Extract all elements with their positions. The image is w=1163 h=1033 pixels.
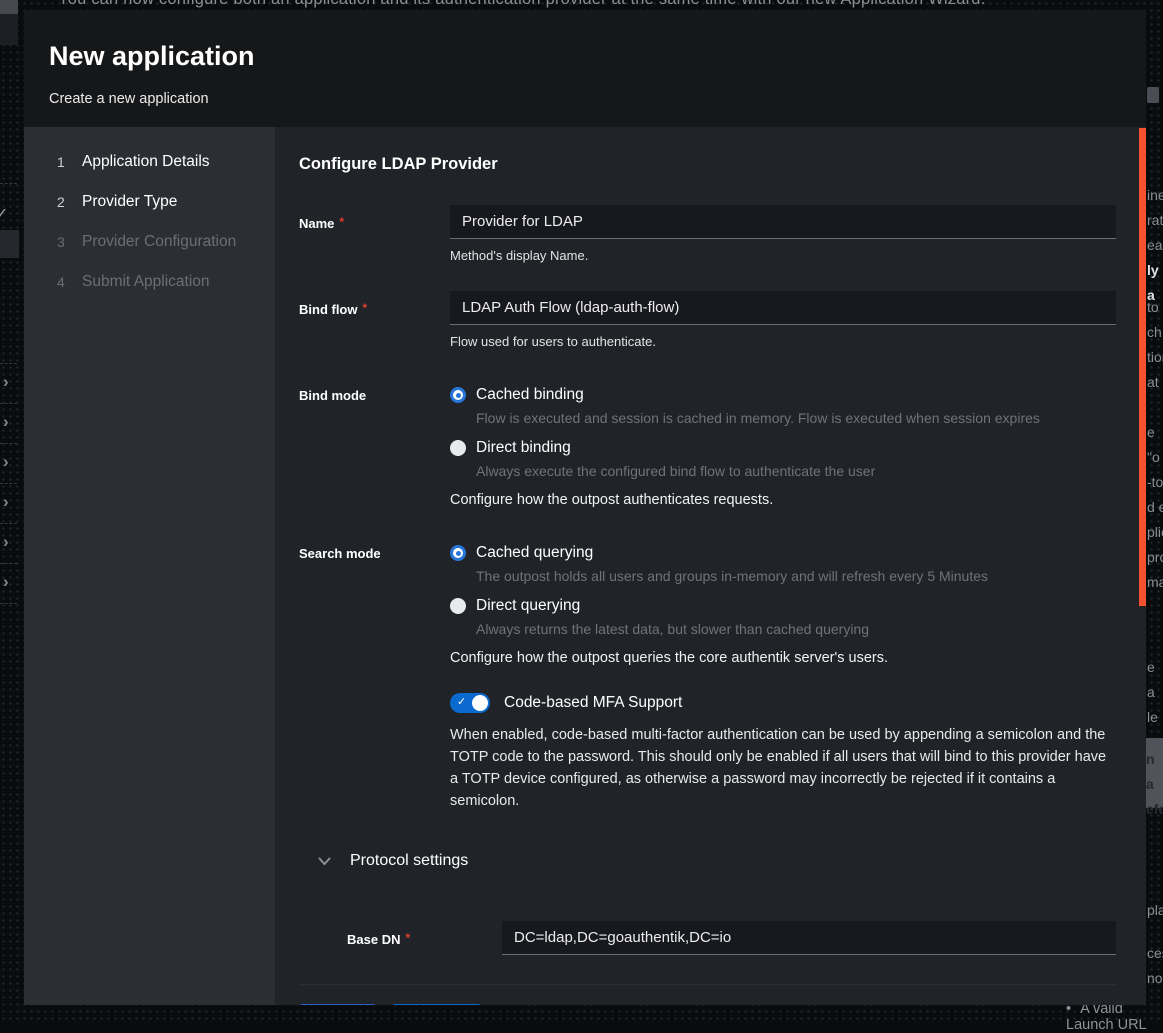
cancel-button[interactable]: Cancel bbox=[543, 1004, 632, 1005]
label-text: Search mode bbox=[299, 546, 381, 561]
radio-option-description: Always execute the configured bind flow … bbox=[476, 463, 1116, 479]
clipped-doc-text: ine rat ea bbox=[1147, 183, 1163, 258]
wizard-banner-text: You can now configure both an applicatio… bbox=[58, 0, 985, 9]
step-label: Provider Configuration bbox=[82, 233, 236, 251]
radio-option-description: The outpost holds all users and groups i… bbox=[476, 568, 1116, 584]
bind-mode-option-direct[interactable]: Direct binding bbox=[450, 439, 1116, 457]
bind-mode-note: Configure how the outpost authenticates … bbox=[450, 492, 1116, 508]
divider bbox=[0, 403, 17, 404]
mfa-help-text: When enabled, code-based multi-factor au… bbox=[450, 724, 1116, 812]
divider bbox=[0, 443, 17, 444]
radio-option-description: Flow is executed and session is cached i… bbox=[476, 410, 1116, 426]
content-scrollbar-thumb[interactable] bbox=[1139, 128, 1146, 606]
submit-button[interactable]: Submit bbox=[392, 1004, 481, 1005]
radio-unselected-icon[interactable] bbox=[450, 440, 466, 456]
required-asterisk: * bbox=[363, 301, 368, 315]
name-input[interactable] bbox=[450, 205, 1116, 239]
bind-flow-select[interactable] bbox=[450, 291, 1116, 325]
radio-label: Cached binding bbox=[476, 386, 584, 404]
step-number: 3 bbox=[57, 234, 82, 250]
protocol-settings-expander[interactable]: Protocol settings bbox=[318, 852, 1116, 870]
required-asterisk: * bbox=[405, 931, 410, 945]
step-number: 4 bbox=[57, 274, 82, 290]
step-number: 1 bbox=[57, 154, 82, 170]
step-label: Application Details bbox=[82, 153, 210, 171]
form-title: Configure LDAP Provider bbox=[299, 155, 1116, 174]
divider bbox=[0, 483, 17, 484]
expander-label: Protocol settings bbox=[350, 852, 468, 870]
step-label: Submit Application bbox=[82, 273, 210, 291]
wizard-footer: Back Submit Cancel bbox=[299, 984, 1116, 1005]
back-button[interactable]: Back bbox=[299, 1004, 376, 1005]
mfa-label-spacer bbox=[299, 693, 450, 812]
label-text: Bind flow bbox=[299, 302, 358, 317]
radio-option-description: Always returns the latest data, but slow… bbox=[476, 621, 1116, 637]
chevron-down-icon bbox=[318, 857, 331, 866]
search-mode-option-cached[interactable]: Cached querying bbox=[450, 544, 1116, 562]
clipped-doc-text: A valid Launch URL bbox=[1066, 1001, 1147, 1033]
background-nav-item bbox=[0, 230, 19, 258]
clipped-doc-list-item: •A valid Launch URL bbox=[1066, 1001, 1163, 1033]
label-text: Base DN bbox=[347, 932, 400, 947]
modal-header: New application Create a new application bbox=[24, 10, 1146, 127]
modal-title: New application bbox=[49, 41, 1121, 72]
mfa-toggle[interactable]: ✓ bbox=[450, 693, 490, 713]
search-mode-note: Configure how the outpost queries the co… bbox=[450, 650, 1116, 666]
background-ui-fragment bbox=[0, 0, 18, 14]
check-icon: ✓ bbox=[457, 695, 466, 708]
background-ui-fragment bbox=[0, 14, 18, 45]
base-dn-field-label: Base DN * bbox=[299, 921, 502, 955]
wizard-step-application-details[interactable]: 1 Application Details bbox=[24, 142, 275, 182]
radio-unselected-icon[interactable] bbox=[450, 598, 466, 614]
modal-subtitle: Create a new application bbox=[49, 91, 1121, 107]
divider bbox=[0, 183, 17, 184]
chevron-right-icons: › › › › › › bbox=[3, 362, 9, 602]
radio-label: Cached querying bbox=[476, 544, 593, 562]
clipped-doc-text: e "o -to d e plic pro ma bbox=[1147, 420, 1163, 595]
label-text: Name bbox=[299, 216, 334, 231]
clipped-doc-text: pla bbox=[1147, 898, 1163, 923]
name-field-label: Name * bbox=[299, 205, 450, 263]
base-dn-input[interactable] bbox=[502, 921, 1116, 955]
new-application-wizard-modal: New application Create a new application… bbox=[24, 10, 1146, 1005]
divider bbox=[0, 523, 17, 524]
radio-selected-icon[interactable] bbox=[450, 387, 466, 403]
radio-label: Direct binding bbox=[476, 439, 571, 457]
toggle-knob bbox=[472, 695, 488, 711]
bind-flow-field-label: Bind flow * bbox=[299, 291, 450, 349]
clipped-doc-text: ces bbox=[1147, 941, 1163, 966]
divider bbox=[0, 363, 17, 364]
check-icon: ✓ bbox=[0, 204, 8, 224]
wizard-step-provider-configuration: 3 Provider Configuration bbox=[24, 222, 275, 262]
wizard-step-content: Configure LDAP Provider Name * Method's d… bbox=[275, 127, 1146, 1005]
divider bbox=[0, 563, 17, 564]
bind-flow-help-text: Flow used for users to authenticate. bbox=[450, 334, 1116, 349]
wizard-steps-nav: 1 Application Details 2 Provider Type 3 … bbox=[24, 127, 275, 1005]
modal-body: 1 Application Details 2 Provider Type 3 … bbox=[24, 127, 1146, 1005]
bind-mode-field-label: Bind mode bbox=[299, 386, 450, 508]
bind-mode-option-cached[interactable]: Cached binding bbox=[450, 386, 1116, 404]
divider bbox=[0, 603, 17, 604]
step-label: Provider Type bbox=[82, 193, 177, 211]
radio-selected-icon[interactable] bbox=[450, 545, 466, 561]
required-asterisk: * bbox=[339, 215, 344, 229]
wizard-step-submit-application: 4 Submit Application bbox=[24, 262, 275, 302]
mfa-toggle-label[interactable]: Code-based MFA Support bbox=[504, 694, 682, 712]
clipped-doc-text: to ch tion at bbox=[1147, 295, 1163, 395]
wizard-step-provider-type[interactable]: 2 Provider Type bbox=[24, 182, 275, 222]
label-text: Bind mode bbox=[299, 388, 366, 403]
step-number: 2 bbox=[57, 194, 82, 210]
radio-label: Direct querying bbox=[476, 597, 580, 615]
search-mode-field-label: Search mode bbox=[299, 544, 450, 666]
search-mode-option-direct[interactable]: Direct querying bbox=[450, 597, 1116, 615]
background-ui-fragment bbox=[1147, 87, 1159, 103]
clipped-doc-text: no bbox=[1147, 966, 1163, 991]
name-help-text: Method's display Name. bbox=[450, 248, 1116, 263]
